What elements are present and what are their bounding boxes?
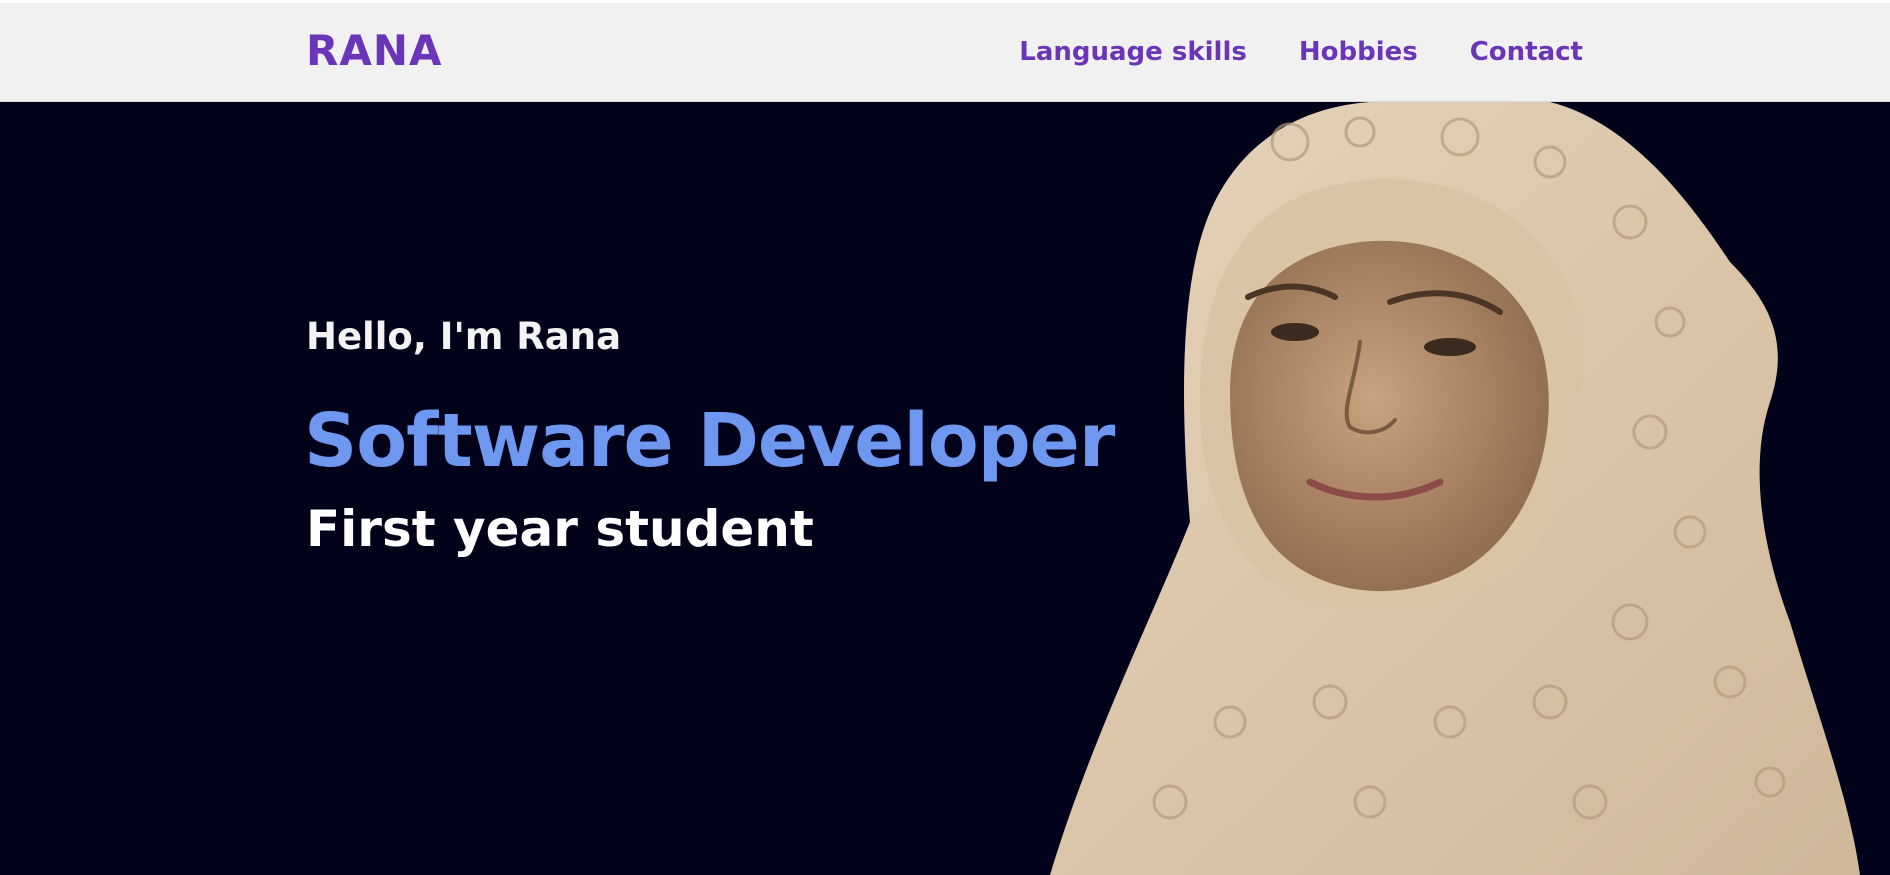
hero-role: Software Developer — [304, 398, 1115, 484]
hero-subtitle: First year student — [306, 500, 814, 558]
nav-link-language-skills[interactable]: Language skills — [1019, 37, 1247, 68]
hero-greeting: Hello, I'm Rana — [306, 315, 622, 358]
nav-link-contact[interactable]: Contact — [1470, 37, 1583, 68]
navbar: RANA Language skills Hobbies Contact — [0, 3, 1890, 102]
nav-menu: Language skills Hobbies Contact — [1019, 37, 1583, 68]
brand-logo[interactable]: RANA — [306, 27, 443, 74]
nav-link-hobbies[interactable]: Hobbies — [1299, 37, 1418, 68]
profile-photo — [1050, 102, 1860, 875]
hero-section: Hello, I'm Rana Software Developer First… — [0, 102, 1890, 875]
